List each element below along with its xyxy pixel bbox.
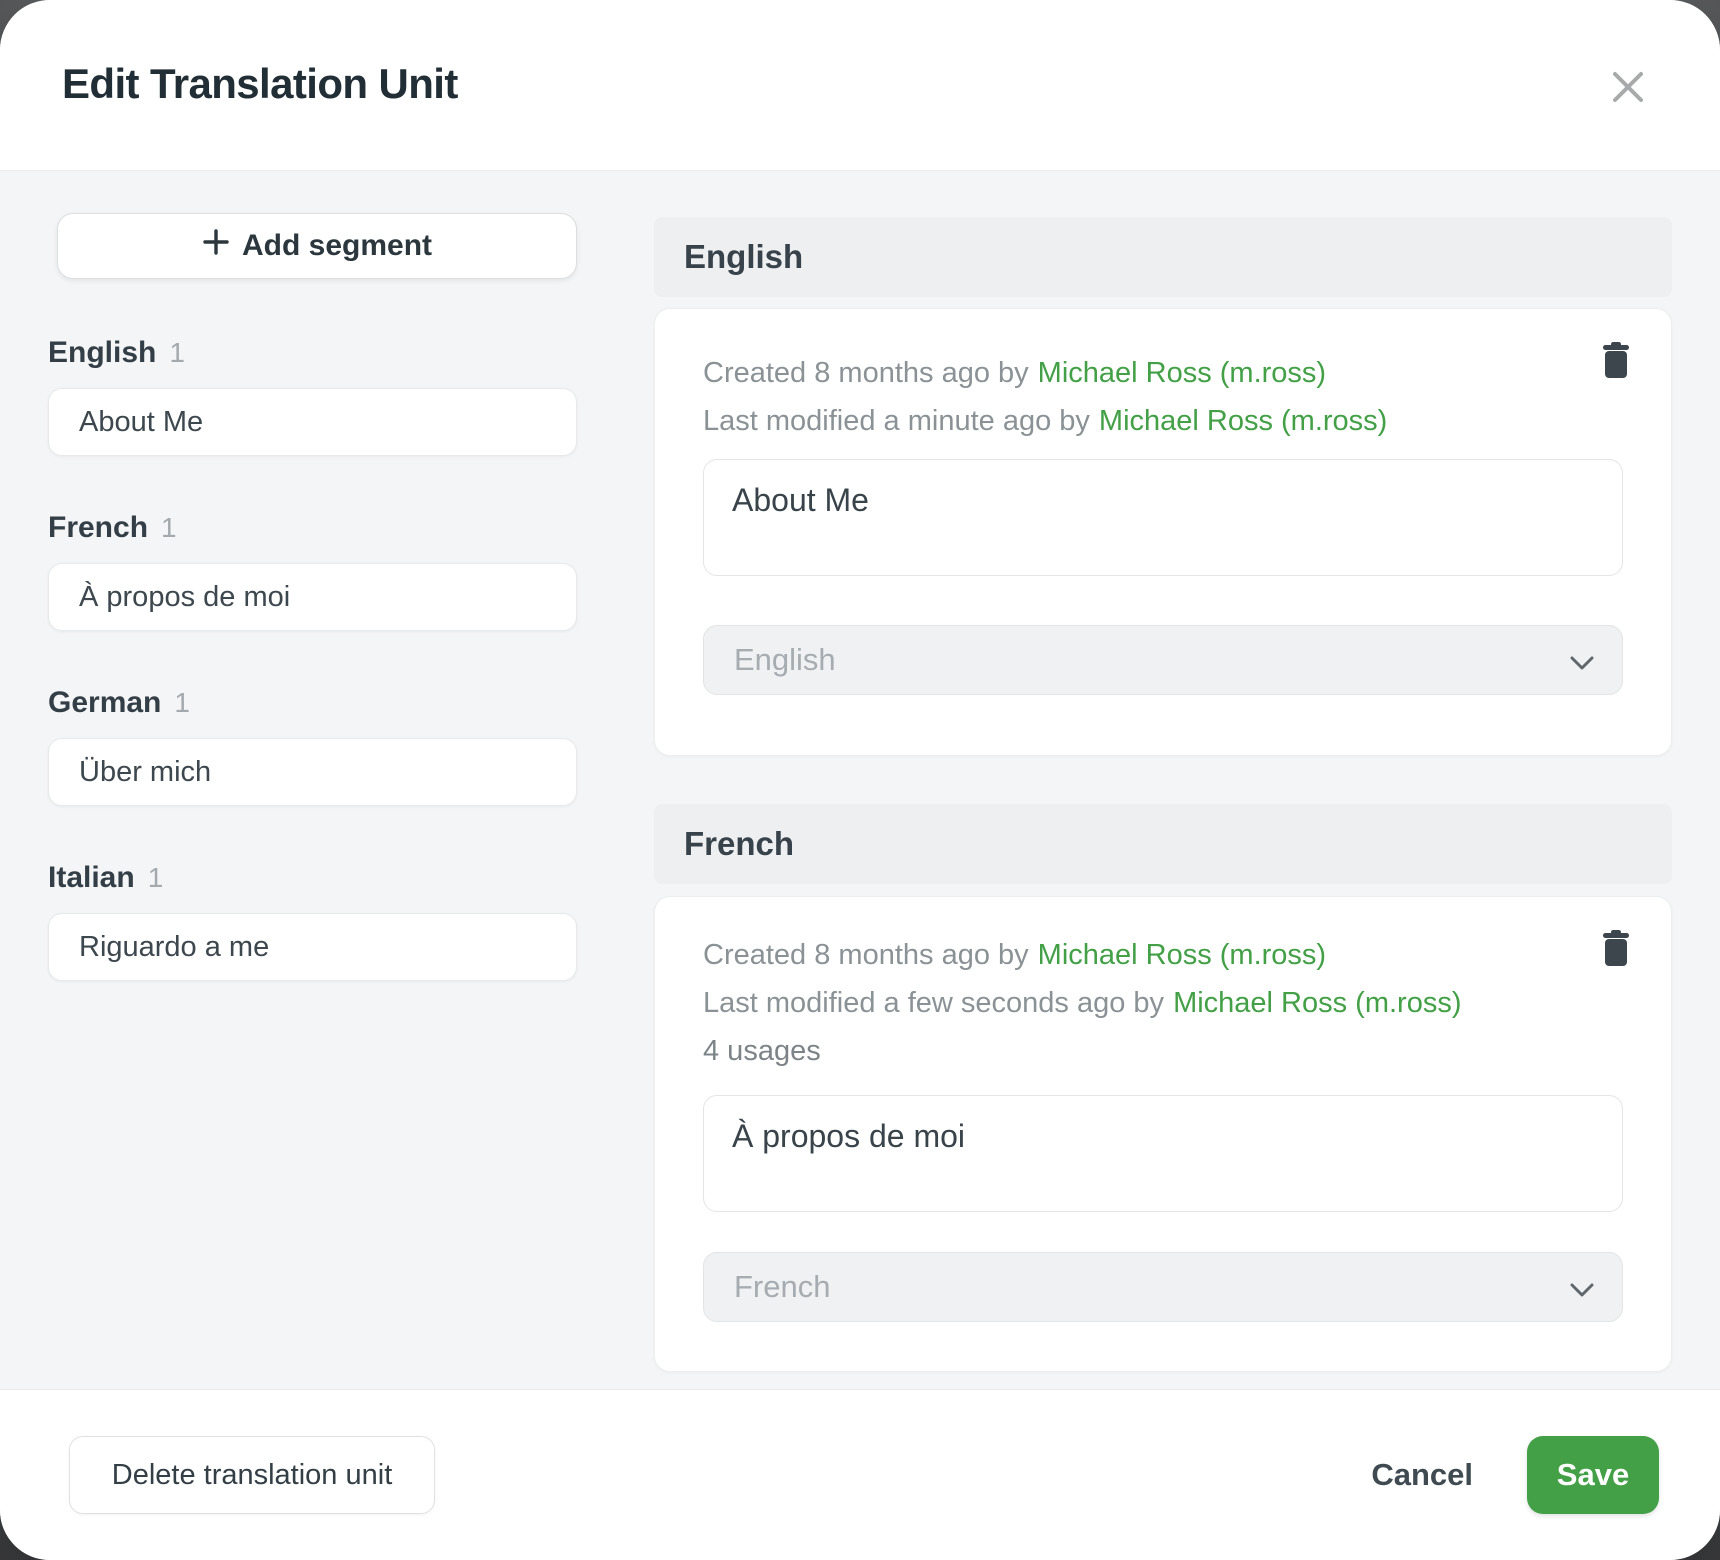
save-button[interactable]: Save <box>1527 1436 1659 1514</box>
segment-text: About Me <box>79 406 203 439</box>
created-user: Michael Ross (m.ross) <box>1038 357 1326 389</box>
edit-translation-unit-modal: Edit Translation Unit Add segment Englis… <box>0 0 1720 1560</box>
segment-text: À propos de moi <box>79 581 290 614</box>
language-name: German <box>48 686 161 720</box>
segment-count: 1 <box>174 686 190 720</box>
panel-header-label: English <box>684 238 803 276</box>
language-select-value: French <box>734 1269 830 1305</box>
panel-card-french: Created 8 months ago by Michael Ross (m.r… <box>654 896 1672 1372</box>
segment-language-label: French 1 <box>48 511 577 545</box>
segment-count: 1 <box>161 511 177 545</box>
add-segment-label: Add segment <box>242 229 432 263</box>
panel-header-english: English <box>654 217 1672 297</box>
language-select-french[interactable]: French <box>703 1252 1623 1322</box>
chevron-down-icon <box>1570 642 1594 678</box>
segment-text-input-french[interactable]: À propos de moi <box>703 1095 1623 1212</box>
modified-meta: Last modified a minute ago by Michael Ros… <box>703 397 1623 445</box>
created-user: Michael Ross (m.ross) <box>1038 939 1326 971</box>
trash-icon <box>1602 954 1630 969</box>
segment-count: 1 <box>148 861 164 895</box>
segment-language-label: German 1 <box>48 686 577 720</box>
segment-language-label: Italian 1 <box>48 861 577 895</box>
language-name: French <box>48 511 148 545</box>
modified-user: Michael Ross (m.ross) <box>1173 987 1461 1019</box>
segment-card-french[interactable]: À propos de moi <box>48 563 577 631</box>
created-meta: Created 8 months ago by Michael Ross (m.r… <box>703 349 1623 397</box>
segment-count: 1 <box>169 336 185 370</box>
segment-card-english[interactable]: About Me <box>48 388 577 456</box>
language-name: Italian <box>48 861 135 895</box>
segment-card-italian[interactable]: Riguardo a me <box>48 913 577 981</box>
panel-card-english: Created 8 months ago by Michael Ross (m.r… <box>654 308 1672 756</box>
segment-card-german[interactable]: Über mich <box>48 738 577 806</box>
panel-header-label: French <box>684 825 794 863</box>
delete-segment-button[interactable] <box>1599 929 1633 969</box>
modified-user: Michael Ross (m.ross) <box>1099 405 1387 437</box>
created-prefix: Created 8 months ago by <box>703 939 1029 971</box>
trash-icon <box>1602 366 1630 381</box>
add-segment-button[interactable]: Add segment <box>57 213 577 279</box>
created-prefix: Created 8 months ago by <box>703 357 1029 389</box>
delete-segment-button[interactable] <box>1599 341 1633 381</box>
segment-text: Riguardo a me <box>79 931 269 964</box>
modified-prefix: Last modified a minute ago by <box>703 405 1090 437</box>
language-select-value: English <box>734 642 836 678</box>
segment-text: Über mich <box>79 756 211 789</box>
language-select-english[interactable]: English <box>703 625 1623 695</box>
modified-prefix: Last modified a few seconds ago by <box>703 987 1164 1019</box>
segment-language-label: English 1 <box>48 336 577 370</box>
modal-footer: Delete translation unit Cancel Save <box>0 1389 1720 1560</box>
modal-header: Edit Translation Unit <box>0 0 1720 171</box>
chevron-down-icon <box>1570 1269 1594 1305</box>
cancel-button[interactable]: Cancel <box>1371 1457 1473 1493</box>
created-meta: Created 8 months ago by Michael Ross (m.r… <box>703 931 1623 979</box>
language-name: English <box>48 336 156 370</box>
panel-header-french: French <box>654 804 1672 884</box>
segment-text-input-english[interactable]: About Me <box>703 459 1623 576</box>
delete-translation-unit-button[interactable]: Delete translation unit <box>69 1436 435 1514</box>
modified-meta: Last modified a few seconds ago by Michae… <box>703 979 1623 1027</box>
usages-count: 4 usages <box>703 1027 1623 1075</box>
close-button[interactable] <box>1606 66 1650 110</box>
page-title: Edit Translation Unit <box>62 60 458 108</box>
segments-sidebar: Add segment English 1 About Me French 1 … <box>48 213 577 981</box>
close-icon <box>1610 93 1646 108</box>
plus-icon <box>202 228 230 264</box>
